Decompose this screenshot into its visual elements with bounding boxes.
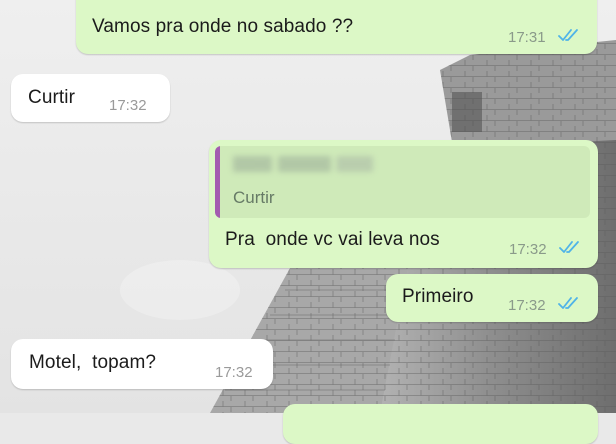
message-outgoing-partial[interactable] xyxy=(283,404,598,444)
message-incoming[interactable]: Motel, topam? 17:32 xyxy=(11,339,273,389)
double-check-icon xyxy=(558,297,578,309)
message-time: 17:32 xyxy=(508,297,546,314)
message-text: Vamos pra onde no sabado ?? xyxy=(92,16,354,37)
message-text: Motel, topam? xyxy=(29,352,157,373)
message-text: Primeiro xyxy=(402,286,474,307)
message-time: 17:31 xyxy=(508,29,546,46)
message-outgoing[interactable]: Vamos pra onde no sabado ?? 17:31 xyxy=(76,0,597,54)
message-time: 17:32 xyxy=(215,364,253,381)
quoted-message[interactable]: Curtir xyxy=(215,146,590,218)
double-check-icon xyxy=(558,29,578,41)
quoted-text: Curtir xyxy=(233,188,275,207)
quoted-author-blurred xyxy=(233,156,373,172)
message-text: Pra onde vc vai leva nos xyxy=(225,229,440,250)
quote-accent-bar xyxy=(215,146,220,218)
message-outgoing-reply[interactable]: Curtir Pra onde vc vai leva nos 17:32 xyxy=(209,140,598,268)
message-outgoing[interactable]: Primeiro 17:32 xyxy=(386,274,598,322)
double-check-icon xyxy=(559,241,579,253)
message-time: 17:32 xyxy=(109,97,147,114)
message-text: Curtir xyxy=(28,87,76,108)
message-time: 17:32 xyxy=(509,241,547,258)
message-incoming[interactable]: Curtir 17:32 xyxy=(11,74,170,122)
